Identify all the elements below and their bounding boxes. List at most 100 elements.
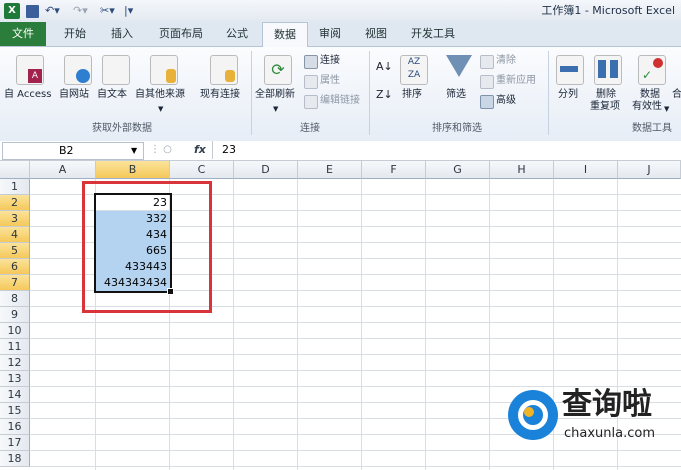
tab-view[interactable]: 视图 [356,22,396,46]
properties-label: 属性 [320,75,340,86]
tab-page-layout[interactable]: 页面布局 [148,22,214,46]
quick-access-dropdown-icon[interactable]: |▾ [124,3,133,19]
formula-bar: B2 ▼ ⋮ ○ fx 23 [0,141,681,161]
refresh-all-button[interactable]: ⟳ 全部刷新 ▼ [254,51,300,113]
row-header-11[interactable]: 11 [0,339,30,355]
other-sources-icon [150,55,178,85]
column-header-b[interactable]: B [96,161,170,179]
customize-icon[interactable]: ✂▾ [100,3,115,19]
column-header-f[interactable]: F [362,161,426,179]
tab-insert[interactable]: 插入 [102,22,142,46]
row-header-15[interactable]: 15 [0,403,30,419]
column-header-j[interactable]: J [618,161,681,179]
insert-function-icon[interactable]: fx [194,142,206,158]
save-icon[interactable] [26,5,39,18]
gridline [233,179,234,470]
group-label-data-tools: 数据工具 [632,123,672,134]
row-header-1[interactable]: 1 [0,179,30,195]
row-header-17[interactable]: 17 [0,435,30,451]
gridline [30,322,681,323]
properties-icon [304,75,318,89]
sort-ascending-button[interactable]: A↓ [374,59,394,77]
gridline [425,179,426,470]
filter-button[interactable]: 筛选 [442,51,474,101]
select-all-corner[interactable] [0,161,30,179]
filter-icon [446,55,472,77]
sort-button[interactable]: AZ ZA 排序 [398,51,428,101]
formula-bar-grip[interactable]: ⋮ ○ [150,144,180,156]
remove-duplicates-label-1: 删除 [596,89,616,100]
tab-developer[interactable]: 开发工具 [404,22,462,46]
data-validation-icon: ✓ [638,55,666,85]
column-header-g[interactable]: G [426,161,490,179]
row-header-4[interactable]: 4 [0,227,30,243]
tab-home[interactable]: 开始 [54,22,96,46]
row-header-12[interactable]: 12 [0,355,30,371]
row-header-3[interactable]: 3 [0,211,30,227]
consolidate-button[interactable]: 合 [672,51,681,115]
row-header-5[interactable]: 5 [0,243,30,259]
tab-formulas[interactable]: 公式 [218,22,256,46]
row-header-2[interactable]: 2 [0,195,30,211]
window-title: 工作簿1 - Microsoft Excel [541,4,675,17]
clear-button[interactable]: 清除 [480,54,540,69]
from-other-sources-button[interactable]: 自其他来源 ▼ [134,51,190,113]
connections-button[interactable]: 连接 [304,54,364,69]
name-box[interactable]: B2 ▼ [2,142,144,160]
data-validation-button[interactable]: ✓ 数据 有效性 ▼ [632,51,672,115]
column-header-a[interactable]: A [30,161,96,179]
tab-data[interactable]: 数据 [262,22,308,47]
connections-label: 连接 [320,55,340,66]
edit-links-button[interactable]: 编辑链接 [304,94,368,109]
group-label-get-external-data: 获取外部数据 [92,123,152,134]
column-header-i[interactable]: I [554,161,618,179]
properties-button[interactable]: 属性 [304,74,364,89]
data-validation-label-1: 数据 [640,89,660,100]
from-access-label: 自 Access [4,89,52,100]
connections-icon [304,55,318,69]
text-to-columns-button[interactable]: 分列 [552,51,586,101]
dropdown-arrow-icon: ▼ [158,105,164,113]
column-header-c[interactable]: C [170,161,234,179]
row-header-13[interactable]: 13 [0,371,30,387]
gridline [361,179,362,470]
group-separator [251,51,252,135]
advanced-button[interactable]: 高级 [480,94,540,109]
reapply-button[interactable]: 重新应用 [480,74,546,89]
row-header-18[interactable]: 18 [0,451,30,467]
undo-icon[interactable]: ↶▾ [45,3,60,19]
text-to-columns-icon [556,55,584,85]
sort-label: 排序 [402,89,422,100]
excel-logo-icon[interactable]: X [4,3,20,19]
column-header-e[interactable]: E [298,161,362,179]
column-header-h[interactable]: H [490,161,554,179]
ribbon: A 自 Access 自网站 自文本 自其他来源 ▼ 现有连接 获取外部数据 ⟳… [0,47,681,142]
existing-connections-icon [210,55,238,85]
from-web-button[interactable]: 自网站 [58,51,98,109]
sort-descending-button[interactable]: Z↓ [374,87,394,105]
row-header-10[interactable]: 10 [0,323,30,339]
red-highlight-frame [82,181,212,313]
column-header-d[interactable]: D [234,161,298,179]
tab-review[interactable]: 审阅 [310,22,350,46]
existing-connections-button[interactable]: 现有连接 [198,51,248,109]
gridline [30,450,681,451]
group-separator [369,51,370,135]
row-header-8[interactable]: 8 [0,291,30,307]
group-separator [548,51,549,135]
sort-icon: AZ ZA [400,55,428,85]
name-box-dropdown-icon[interactable]: ▼ [131,143,137,159]
from-text-button[interactable]: 自文本 [96,51,136,109]
row-header-16[interactable]: 16 [0,419,30,435]
formula-input[interactable]: 23 [222,142,236,158]
remove-duplicates-button[interactable]: 删除 重复项 [588,51,628,115]
tab-file[interactable]: 文件 [0,22,46,46]
row-header-7[interactable]: 7 [0,275,30,291]
group-label-sort-filter: 排序和筛选 [432,123,482,134]
from-access-button[interactable]: A 自 Access [2,51,56,109]
row-header-6[interactable]: 6 [0,259,30,275]
gridline [30,338,681,339]
redo-icon[interactable]: ↷▾ [73,3,88,19]
row-header-9[interactable]: 9 [0,307,30,323]
row-header-14[interactable]: 14 [0,387,30,403]
